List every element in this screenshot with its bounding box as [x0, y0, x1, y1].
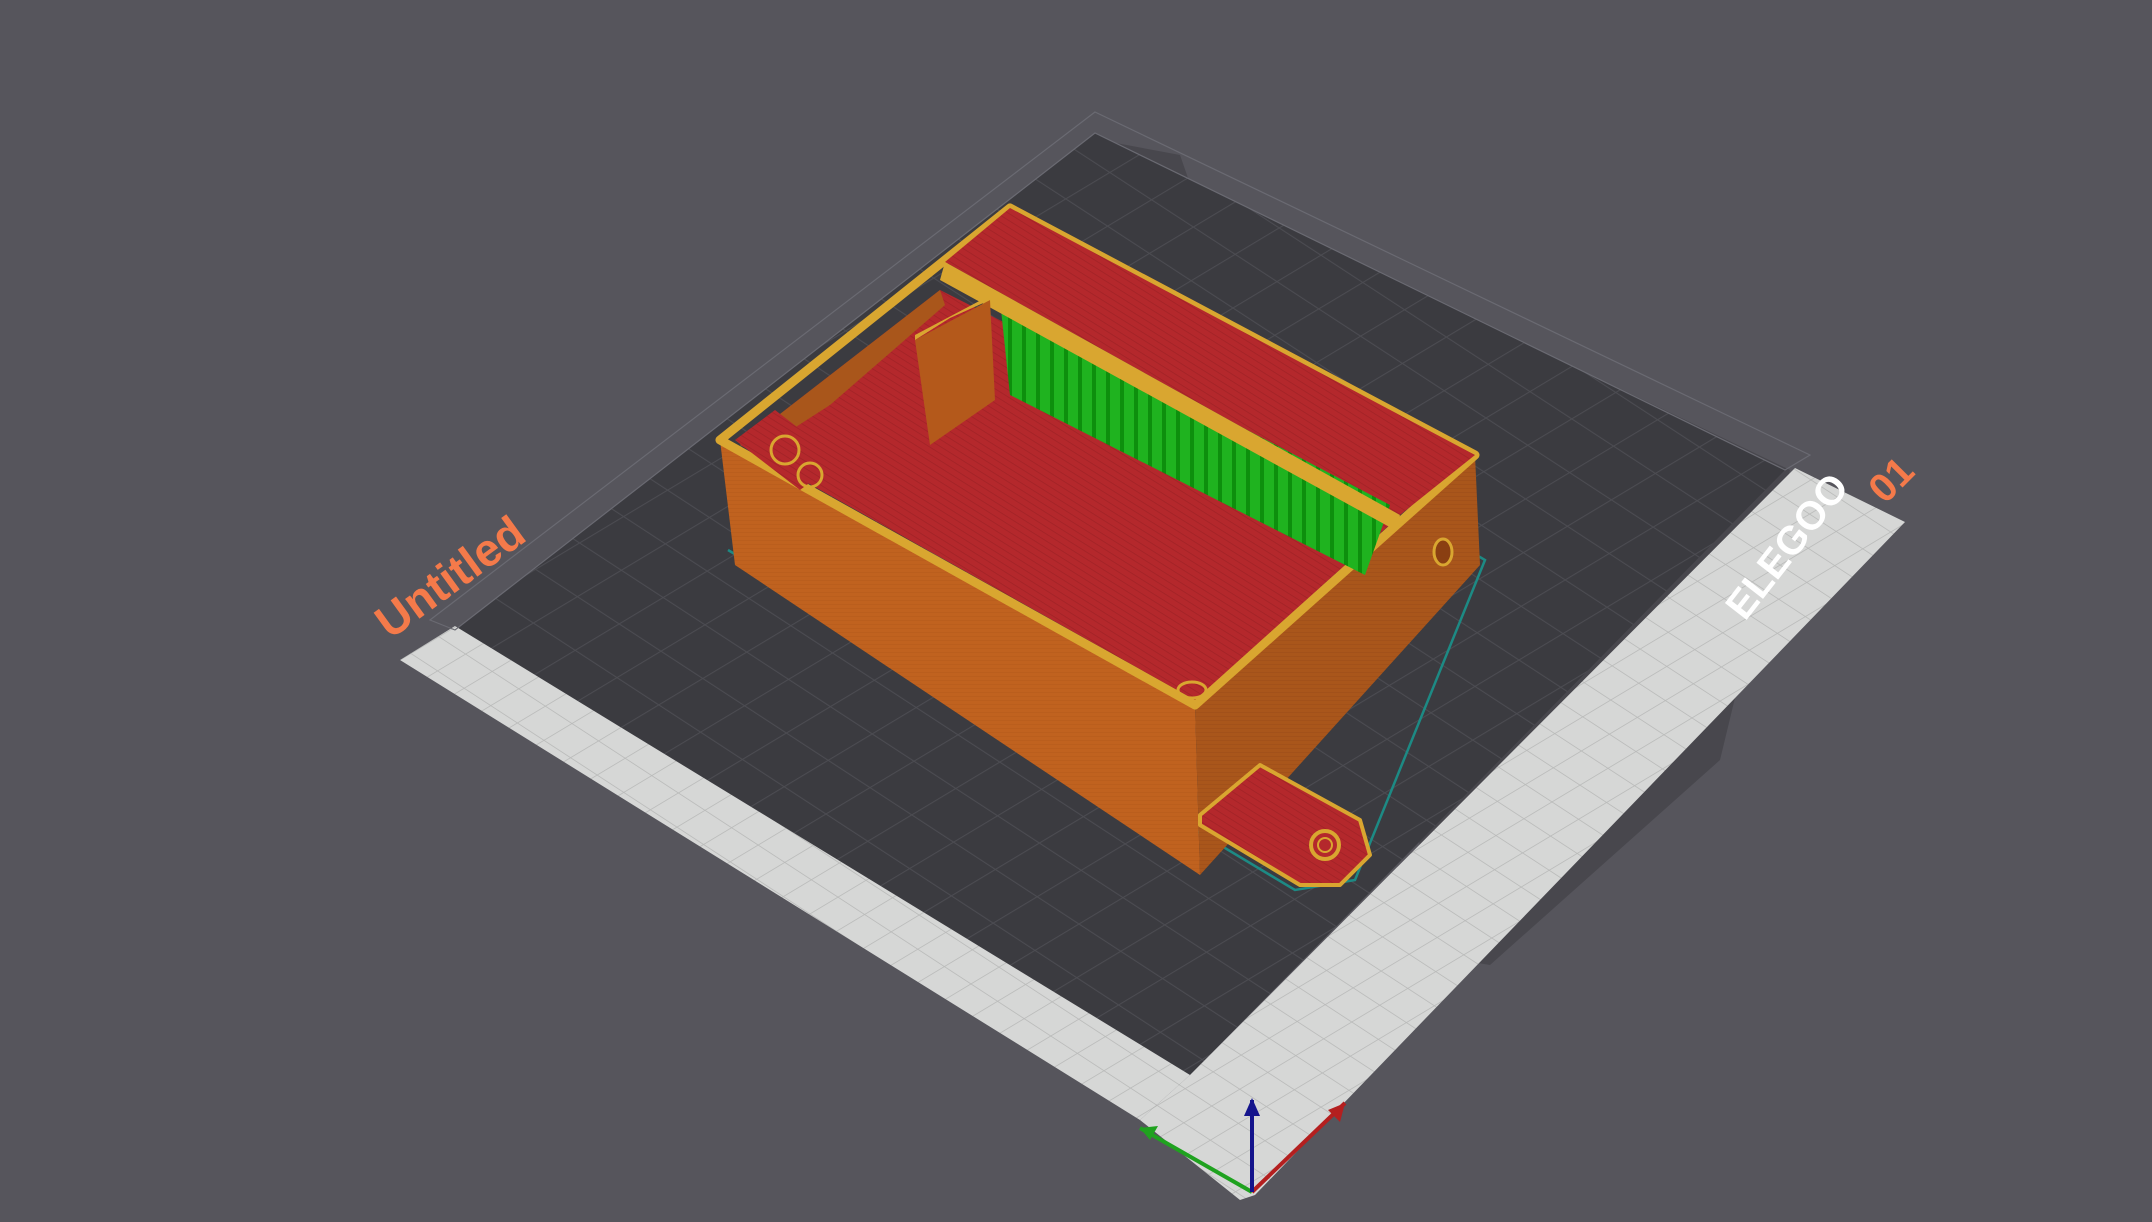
plate-number-label: 01: [1860, 449, 1923, 512]
side-hole: [1432, 537, 1454, 567]
preview-scene[interactable]: Untitled ELEGOO 01: [0, 0, 2152, 1222]
3d-viewport[interactable]: Untitled ELEGOO 01: [0, 0, 2152, 1222]
